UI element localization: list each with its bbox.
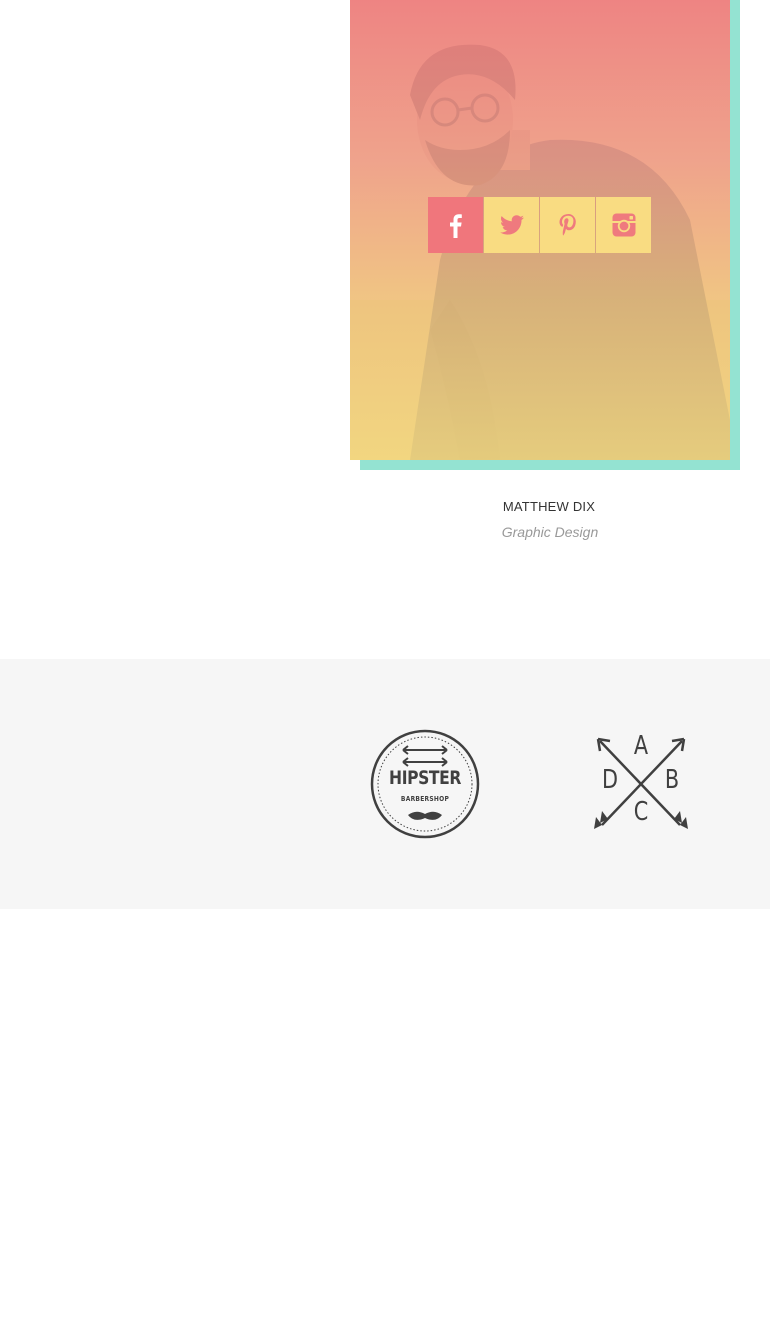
instagram-icon <box>612 213 635 237</box>
instagram-button[interactable] <box>596 197 651 253</box>
hipster-logo-word: HIPSTER <box>389 767 461 789</box>
abcd-arrows-logo[interactable]: A B C D <box>592 731 690 833</box>
pinterest-button[interactable] <box>540 197 595 253</box>
member-role: Graphic Design <box>501 524 599 540</box>
social-links <box>428 197 652 253</box>
team-member-card: MATTHEW DIX Graphic Design <box>350 0 740 560</box>
hipster-logo-subtitle: BARBERSHOP <box>400 795 450 803</box>
team-member-photo <box>350 0 730 460</box>
clients-logo-strip: HIPSTER BARBERSHOP A B C D <box>0 659 770 909</box>
pinterest-icon <box>559 214 576 236</box>
twitter-button[interactable] <box>484 197 539 253</box>
twitter-icon <box>499 215 524 235</box>
facebook-button[interactable] <box>428 197 483 253</box>
abcd-letter-d: D <box>601 765 619 795</box>
abcd-letter-b: B <box>664 765 680 795</box>
abcd-letter-a: A <box>633 731 649 761</box>
facebook-icon <box>449 214 462 238</box>
abcd-letter-c: C <box>633 797 649 827</box>
member-name: MATTHEW DIX <box>502 499 596 514</box>
hipster-barbershop-logo[interactable]: HIPSTER BARBERSHOP <box>370 729 480 839</box>
